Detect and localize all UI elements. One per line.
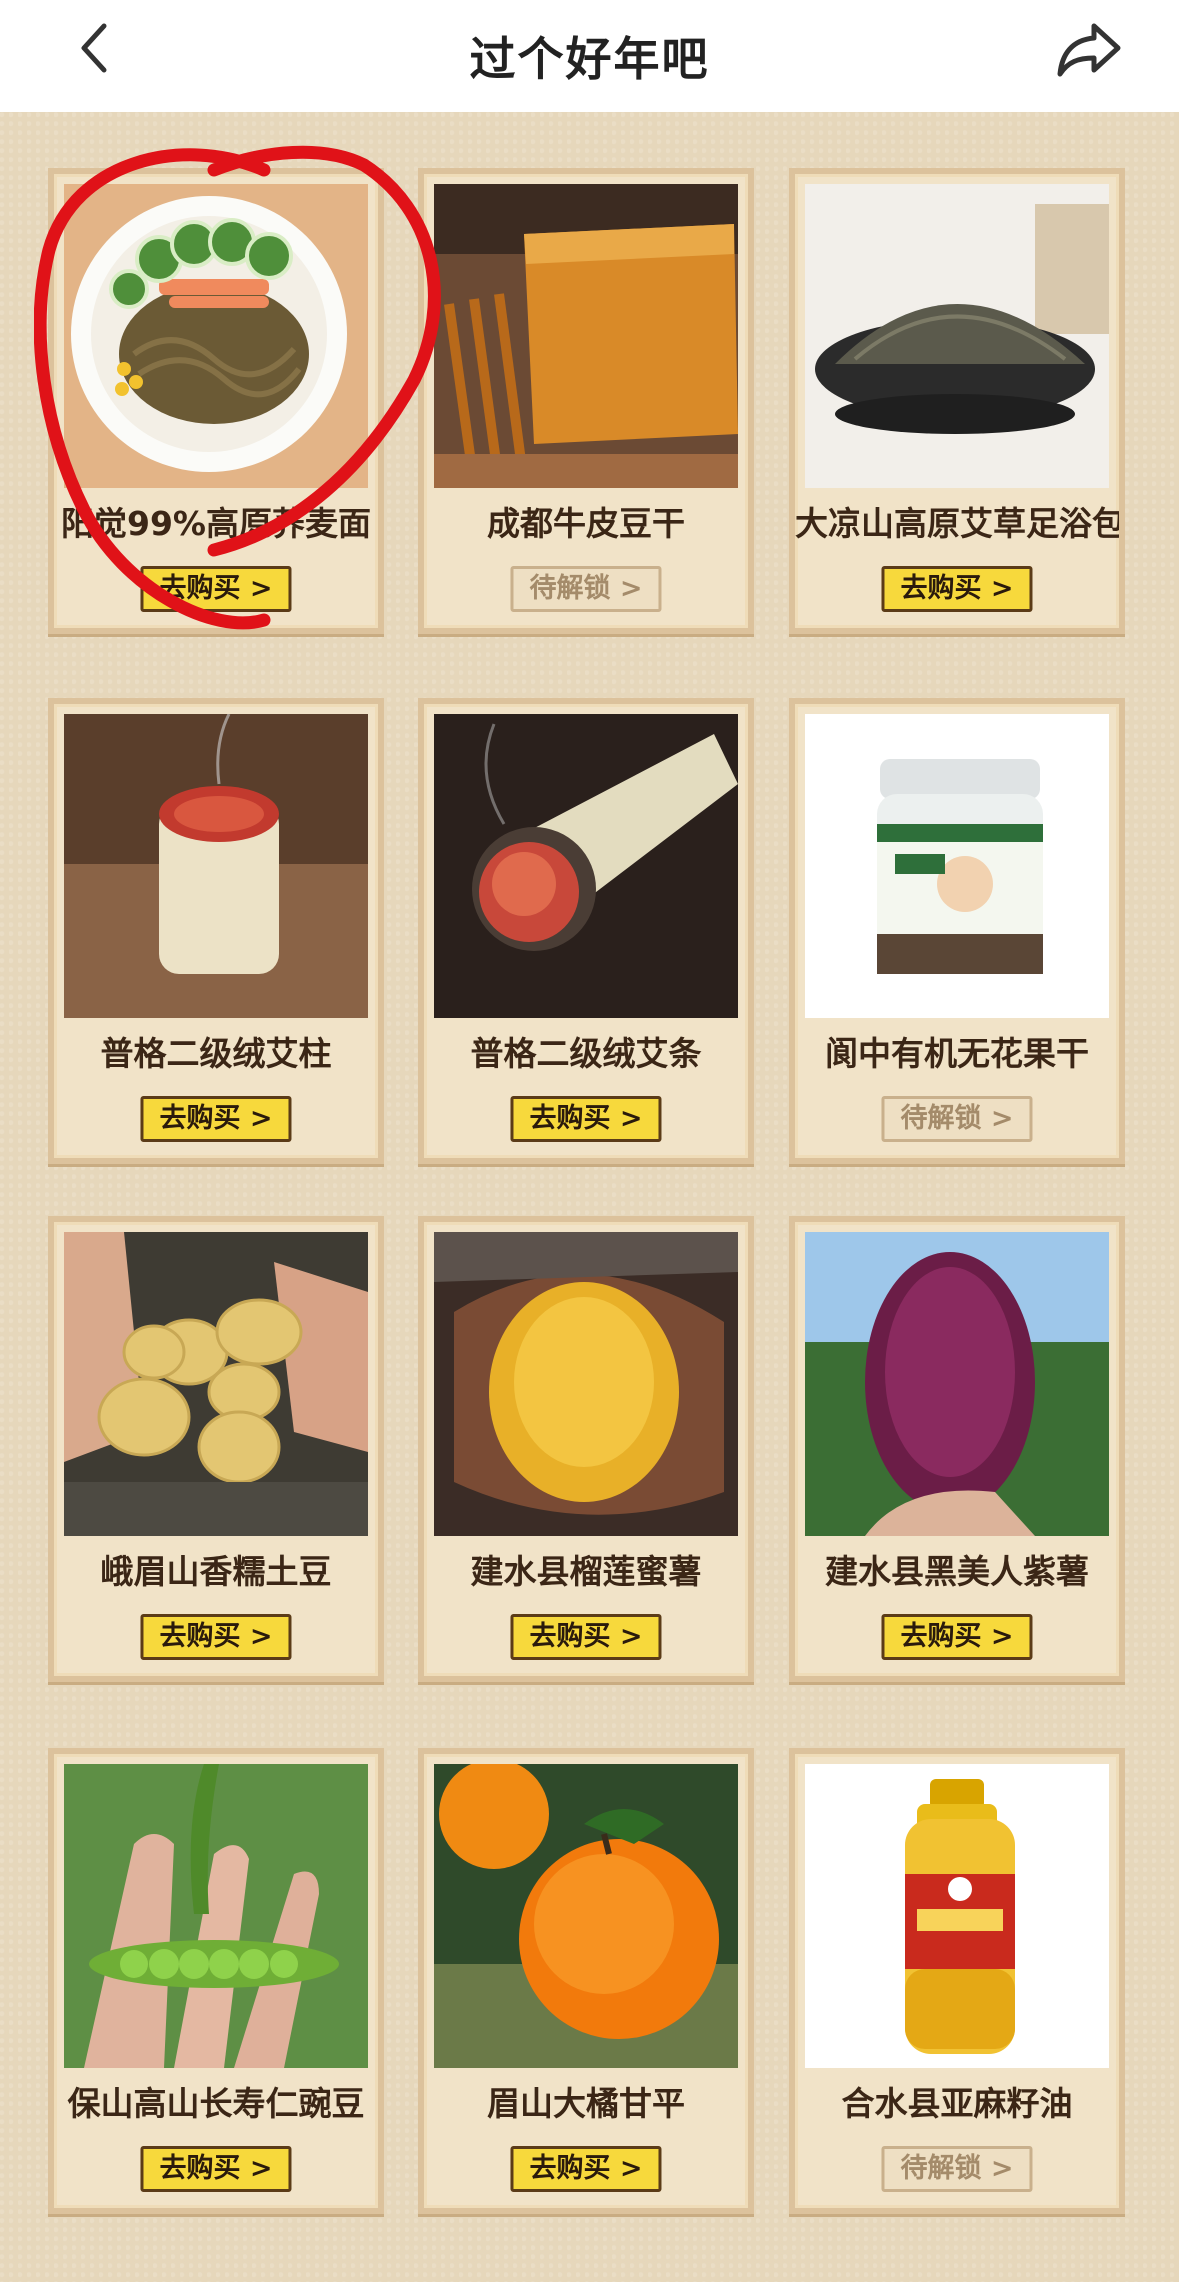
product-name: 建水县榴莲蜜薯 (470, 1552, 702, 1591)
buy-button[interactable]: 去购买 > (510, 1614, 662, 1660)
buy-button[interactable]: 去购买 > (140, 1096, 292, 1142)
product-name: 大凉山高原艾草足浴包 (795, 504, 1119, 543)
product-name: 普格二级绒艾条 (470, 1034, 702, 1073)
product-name: 阳觉99%高原荞麦面 (61, 504, 371, 543)
product-card[interactable]: 阆中有机无花果干 待解锁 > (789, 698, 1125, 1164)
buy-button[interactable]: 去购买 > (140, 566, 292, 612)
top-navigation-bar: 过个好年吧 (0, 0, 1179, 112)
product-image-mugwort-footbath (805, 184, 1109, 488)
product-image-potatoes (64, 1232, 368, 1536)
product-card[interactable]: 峨眉山香糯土豆 去购买 > (48, 1216, 384, 1682)
buy-button[interactable]: 去购买 > (881, 566, 1033, 612)
product-image-oranges (434, 1764, 738, 2068)
page-title: 过个好年吧 (469, 32, 710, 86)
product-name: 成都牛皮豆干 (487, 504, 685, 543)
product-image-moxa-cone (64, 714, 368, 1018)
product-image-sweet-potato (434, 1232, 738, 1536)
buy-button[interactable]: 去购买 > (140, 1614, 292, 1660)
product-image-dried-fig-jar (805, 714, 1109, 1018)
product-image-buckwheat-noodles (64, 184, 368, 488)
product-image-peas (64, 1764, 368, 2068)
product-name: 合水县亚麻籽油 (841, 2084, 1073, 2123)
product-card[interactable]: 建水县榴莲蜜薯 去购买 > (418, 1216, 754, 1682)
product-name: 眉山大橘甘平 (487, 2084, 685, 2123)
buy-button[interactable]: 去购买 > (140, 2146, 292, 2192)
product-card[interactable]: 普格二级绒艾条 去购买 > (418, 698, 754, 1164)
product-name: 保山高山长寿仁豌豆 (67, 2084, 365, 2123)
product-name: 普格二级绒艾柱 (100, 1034, 332, 1073)
product-name: 峨眉山香糯土豆 (100, 1552, 332, 1591)
back-button[interactable] (70, 18, 130, 78)
share-arrow-icon (1057, 23, 1121, 77)
product-card[interactable]: 保山高山长寿仁豌豆 去购买 > (48, 1748, 384, 2214)
chevron-left-icon (81, 23, 107, 73)
buy-button[interactable]: 去购买 > (510, 2146, 662, 2192)
product-name: 建水县黑美人紫薯 (825, 1552, 1089, 1591)
product-name: 阆中有机无花果干 (825, 1034, 1089, 1073)
product-card[interactable]: 普格二级绒艾柱 去购买 > (48, 698, 384, 1164)
product-card[interactable]: 眉山大橘甘平 去购买 > (418, 1748, 754, 2214)
share-button[interactable] (1054, 16, 1124, 80)
product-card[interactable]: 合水县亚麻籽油 待解锁 > (789, 1748, 1125, 2214)
locked-button[interactable]: 待解锁 > (881, 2146, 1033, 2192)
buy-button[interactable]: 去购买 > (510, 1096, 662, 1142)
product-card[interactable]: 成都牛皮豆干 待解锁 > (418, 168, 754, 634)
product-image-dried-tofu (434, 184, 738, 488)
product-card[interactable]: 阳觉99%高原荞麦面 去购买 > (48, 168, 384, 634)
product-image-purple-sweet-potato (805, 1232, 1109, 1536)
locked-button[interactable]: 待解锁 > (510, 566, 662, 612)
locked-button[interactable]: 待解锁 > (881, 1096, 1033, 1142)
product-image-moxa-stick (434, 714, 738, 1018)
product-image-linseed-oil (805, 1764, 1109, 2068)
buy-button[interactable]: 去购买 > (881, 1614, 1033, 1660)
product-card[interactable]: 建水县黑美人紫薯 去购买 > (789, 1216, 1125, 1682)
product-card[interactable]: 大凉山高原艾草足浴包 去购买 > (789, 168, 1125, 634)
